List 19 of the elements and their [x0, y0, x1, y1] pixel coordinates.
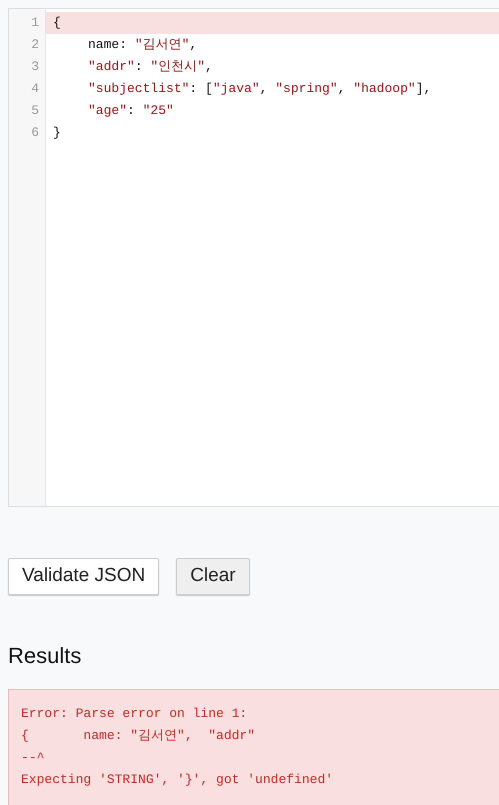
- line-number: 3: [30, 58, 40, 76]
- line-number: 6: [30, 124, 40, 142]
- code-line: "subjectlist": ["java", "spring", "hadoop"],: [87, 80, 432, 98]
- code-line: "addr": "인천시",: [87, 58, 214, 76]
- action-button[interactable]: Clear: [176, 558, 250, 595]
- error-text: { name: "김서연", "addr": [21, 727, 256, 745]
- results-heading: Results: [8, 642, 82, 670]
- error-text: Error: Parse error on line 1:: [21, 705, 248, 723]
- action-button[interactable]: Validate JSON: [8, 558, 160, 595]
- line-number: 4: [30, 80, 40, 98]
- error-text: Expecting 'STRING', '}', got 'undefined': [21, 771, 334, 789]
- code-editor[interactable]: 1 2 3 4 5 6 { name: "김서연", "addr": "인천시", "subjectlist": ["java", "spring", "hadoop"], "age": "25" }: [8, 8, 499, 507]
- code-line: "age": "25": [87, 102, 175, 120]
- line-number: 5: [30, 102, 40, 120]
- code-line: }: [52, 124, 62, 142]
- error-text: --^: [21, 749, 44, 767]
- line-number: 2: [30, 36, 40, 54]
- code-line: name: "김서연",: [87, 36, 198, 54]
- line-number: 1: [30, 14, 40, 32]
